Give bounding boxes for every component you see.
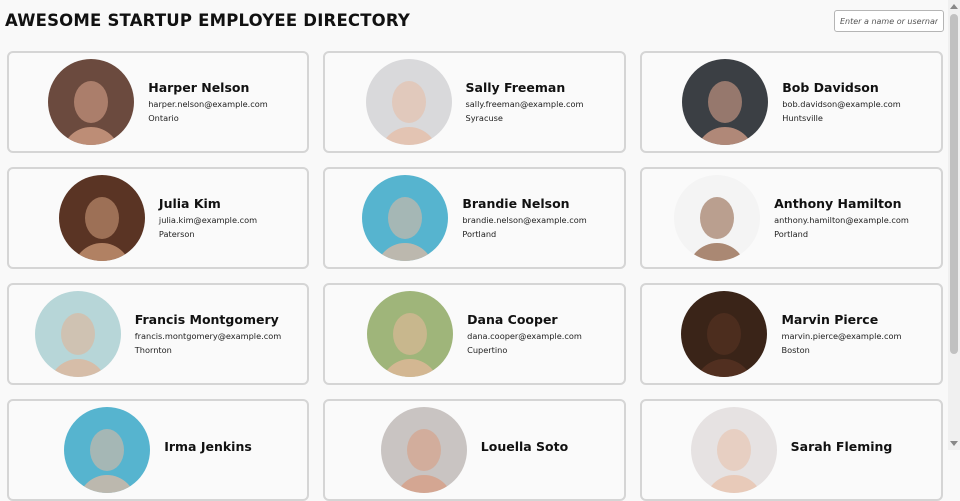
employee-card[interactable]: Dana Cooper dana.cooper@example.com Cupert… bbox=[323, 283, 626, 385]
employee-info: Harper Nelson harper.nelson@example.com On… bbox=[148, 79, 268, 124]
employee-city: Portland bbox=[774, 229, 809, 240]
avatar-body-shape bbox=[376, 243, 435, 261]
scrollbar-thumb[interactable] bbox=[950, 14, 958, 354]
employee-avatar bbox=[380, 407, 467, 493]
employee-city: Syracuse bbox=[465, 113, 503, 124]
employee-avatar bbox=[682, 59, 769, 145]
avatar-face-shape bbox=[84, 197, 119, 239]
employee-email: bob.davidson@example.com bbox=[782, 99, 901, 110]
employee-name: Dana Cooper bbox=[467, 311, 558, 327]
avatar-body-shape bbox=[62, 127, 121, 145]
avatar-face-shape bbox=[391, 81, 426, 123]
employee-name: Anthony Hamilton bbox=[774, 195, 902, 211]
employee-info: Anthony Hamilton anthony.hamilton@example… bbox=[774, 195, 909, 240]
employee-avatar bbox=[365, 59, 452, 145]
employee-avatar bbox=[674, 175, 761, 261]
employee-card[interactable]: Julia Kim julia.kim@example.com Paterson bbox=[7, 167, 309, 269]
employee-name: Marvin Pierce bbox=[781, 311, 879, 327]
employee-info: Marvin Pierce marvin.pierce@example.com Bo… bbox=[781, 311, 902, 356]
employee-avatar bbox=[367, 291, 454, 377]
avatar-face-shape bbox=[74, 81, 109, 123]
employee-avatar bbox=[690, 407, 777, 493]
employee-grid: Harper Nelson harper.nelson@example.com On… bbox=[7, 51, 943, 501]
employee-name: Bob Davidson bbox=[782, 79, 879, 95]
avatar-body-shape bbox=[688, 243, 747, 261]
avatar-body-shape bbox=[48, 359, 107, 377]
avatar-face-shape bbox=[406, 429, 441, 471]
employee-info: Irma Jenkins bbox=[164, 438, 252, 460]
avatar-body-shape bbox=[379, 127, 438, 145]
avatar-body-shape bbox=[78, 475, 137, 493]
page-header: AWESOME STARTUP EMPLOYEE DIRECTORY bbox=[0, 0, 948, 44]
employee-email: francis.montgomery@example.com bbox=[134, 331, 282, 342]
avatar-body-shape bbox=[394, 475, 453, 493]
employee-card[interactable]: Bob Davidson bob.davidson@example.com Hunt… bbox=[640, 51, 943, 153]
employee-info: Francis Montgomery francis.montgomery@exa… bbox=[134, 311, 282, 356]
vertical-scrollbar[interactable] bbox=[948, 0, 960, 450]
employee-name: Louella Soto bbox=[480, 438, 569, 454]
employee-email: brandie.nelson@example.com bbox=[462, 215, 587, 226]
employee-name: Irma Jenkins bbox=[164, 438, 252, 454]
avatar-body-shape bbox=[695, 359, 754, 377]
avatar-face-shape bbox=[708, 81, 743, 123]
employee-avatar bbox=[34, 291, 121, 377]
employee-email: anthony.hamilton@example.com bbox=[774, 215, 909, 226]
employee-card[interactable]: Sally Freeman sally.freeman@example.com Sy… bbox=[323, 51, 626, 153]
employee-name: Francis Montgomery bbox=[134, 311, 279, 327]
employee-info: Julia Kim julia.kim@example.com Paterson bbox=[158, 195, 258, 240]
employee-card[interactable]: Harper Nelson harper.nelson@example.com On… bbox=[7, 51, 309, 153]
avatar-body-shape bbox=[381, 359, 440, 377]
employee-city: Cupertino bbox=[467, 345, 508, 356]
employee-city: Thornton bbox=[134, 345, 172, 356]
employee-city: Huntsville bbox=[782, 113, 823, 124]
employee-avatar bbox=[64, 407, 151, 493]
employee-info: Louella Soto bbox=[480, 438, 569, 460]
avatar-face-shape bbox=[700, 197, 735, 239]
employee-avatar bbox=[681, 291, 768, 377]
avatar-body-shape bbox=[704, 475, 763, 493]
employee-city: Ontario bbox=[148, 113, 179, 124]
avatar-body-shape bbox=[72, 243, 131, 261]
scroll-up-arrow-icon[interactable] bbox=[950, 4, 958, 9]
employee-card[interactable]: Francis Montgomery francis.montgomery@exa… bbox=[7, 283, 309, 385]
employee-info: Dana Cooper dana.cooper@example.com Cupert… bbox=[467, 311, 582, 356]
employee-city: Paterson bbox=[158, 229, 195, 240]
employee-info: Bob Davidson bob.davidson@example.com Hunt… bbox=[782, 79, 901, 124]
employee-card[interactable]: Sarah Fleming bbox=[640, 399, 943, 501]
employee-card[interactable]: Irma Jenkins bbox=[7, 399, 309, 501]
employee-email: julia.kim@example.com bbox=[158, 215, 258, 226]
employee-city: Boston bbox=[781, 345, 810, 356]
employee-avatar bbox=[58, 175, 145, 261]
employee-info: Sarah Fleming bbox=[790, 438, 893, 460]
avatar-face-shape bbox=[707, 313, 742, 355]
search-input[interactable] bbox=[834, 10, 944, 32]
avatar-face-shape bbox=[60, 313, 95, 355]
employee-name: Brandie Nelson bbox=[462, 195, 570, 211]
scroll-down-arrow-icon[interactable] bbox=[950, 441, 958, 446]
employee-card[interactable]: Brandie Nelson brandie.nelson@example.com… bbox=[323, 167, 626, 269]
employee-name: Sally Freeman bbox=[465, 79, 566, 95]
employee-card[interactable]: Louella Soto bbox=[323, 399, 626, 501]
avatar-face-shape bbox=[716, 429, 751, 471]
employee-info: Sally Freeman sally.freeman@example.com Sy… bbox=[465, 79, 584, 124]
employee-name: Julia Kim bbox=[158, 195, 221, 211]
employee-email: sally.freeman@example.com bbox=[465, 99, 584, 110]
employee-avatar bbox=[48, 59, 135, 145]
employee-email: marvin.pierce@example.com bbox=[781, 331, 902, 342]
avatar-face-shape bbox=[90, 429, 125, 471]
employee-avatar bbox=[362, 175, 449, 261]
employee-city: Portland bbox=[462, 229, 497, 240]
avatar-body-shape bbox=[696, 127, 755, 145]
avatar-face-shape bbox=[388, 197, 423, 239]
employee-card[interactable]: Anthony Hamilton anthony.hamilton@example… bbox=[640, 167, 943, 269]
employee-email: dana.cooper@example.com bbox=[467, 331, 582, 342]
employee-email: harper.nelson@example.com bbox=[148, 99, 268, 110]
employee-info: Brandie Nelson brandie.nelson@example.com… bbox=[462, 195, 587, 240]
page-title: AWESOME STARTUP EMPLOYEE DIRECTORY bbox=[5, 11, 411, 30]
employee-name: Harper Nelson bbox=[148, 79, 250, 95]
avatar-face-shape bbox=[393, 313, 428, 355]
employee-name: Sarah Fleming bbox=[790, 438, 893, 454]
employee-card[interactable]: Marvin Pierce marvin.pierce@example.com Bo… bbox=[640, 283, 943, 385]
